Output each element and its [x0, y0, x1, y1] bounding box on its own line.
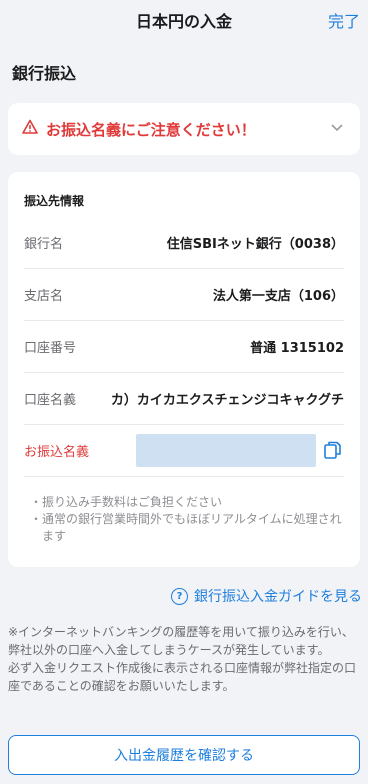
disclaimer-line: ※インターネットバンキングの履歴等を用いて振り込みを行い、弊社以外の口座へ入金し…	[8, 625, 354, 657]
warning-icon	[22, 119, 40, 139]
guide-link-label: 銀行振込入金ガイドを見る	[194, 589, 362, 605]
account-holder-row: 口座名義 カ）カイカエクスチェンジコキャクグチ	[24, 372, 344, 425]
row-label: 銀行名	[24, 236, 64, 252]
bank-name-row: 銀行名 住信SBIネット銀行（0038）	[24, 216, 344, 269]
history-button[interactable]: 入出金履歴を確認する	[8, 735, 360, 775]
transfer-name-row: お振込名義	[24, 424, 344, 477]
row-label: 口座番号	[24, 340, 77, 356]
card-title: 振込先情報	[24, 194, 85, 208]
section-title: 銀行振込	[12, 64, 77, 83]
question-icon: ?	[171, 587, 188, 605]
warning-accordion[interactable]: お振込名義にご注意ください！	[8, 103, 360, 155]
transfer-name-label: お振込名義	[24, 444, 90, 460]
disclaimer-text: ※インターネットバンキングの履歴等を用いて振り込みを行い、弊社以外の口座へ入金し…	[8, 623, 360, 695]
row-value: 住信SBIネット銀行（0038）	[166, 236, 344, 252]
done-button[interactable]: 完了	[328, 8, 360, 32]
row-value: 法人第一支店（106）	[212, 288, 344, 304]
page-title: 日本円の入金	[135, 12, 232, 31]
row-value: 普通 1315102	[250, 340, 344, 356]
notes-list: ・振り込み手数料はご負担ください ・通常の銀行営業時間外でもほぼリアルタイムに処…	[30, 494, 344, 545]
copy-icon[interactable]	[322, 439, 344, 461]
transfer-name-value	[136, 433, 316, 467]
list-item: ・通常の銀行営業時間外でもほぼリアルタイムに処理されます	[30, 512, 342, 543]
row-label: 口座名義	[24, 392, 77, 408]
chevron-down-icon	[328, 121, 346, 137]
guide-link[interactable]: ? 銀行振込入金ガイドを見る	[171, 586, 362, 606]
row-value: カ）カイカエクスチェンジコキャクグチ	[110, 392, 344, 408]
disclaimer-line: 必ず入金リクエスト作成後に表示される口座情報が弊社指定の口座であることの確認をお…	[8, 661, 357, 693]
account-number-row: 口座番号 普通 1315102	[24, 320, 344, 373]
warning-text: お振込名義にご注意ください！	[46, 120, 256, 139]
row-label: 支店名	[24, 288, 64, 304]
bank-info-card: 振込先情報 銀行名 住信SBIネット銀行（0038） 支店名 法人第一支店（10…	[8, 172, 360, 567]
branch-name-row: 支店名 法人第一支店（106）	[24, 268, 344, 321]
header: 日本円の入金 完了	[0, 0, 368, 44]
transfer-name-field	[136, 433, 344, 467]
list-item: ・振り込み手数料はご負担ください	[30, 495, 223, 509]
